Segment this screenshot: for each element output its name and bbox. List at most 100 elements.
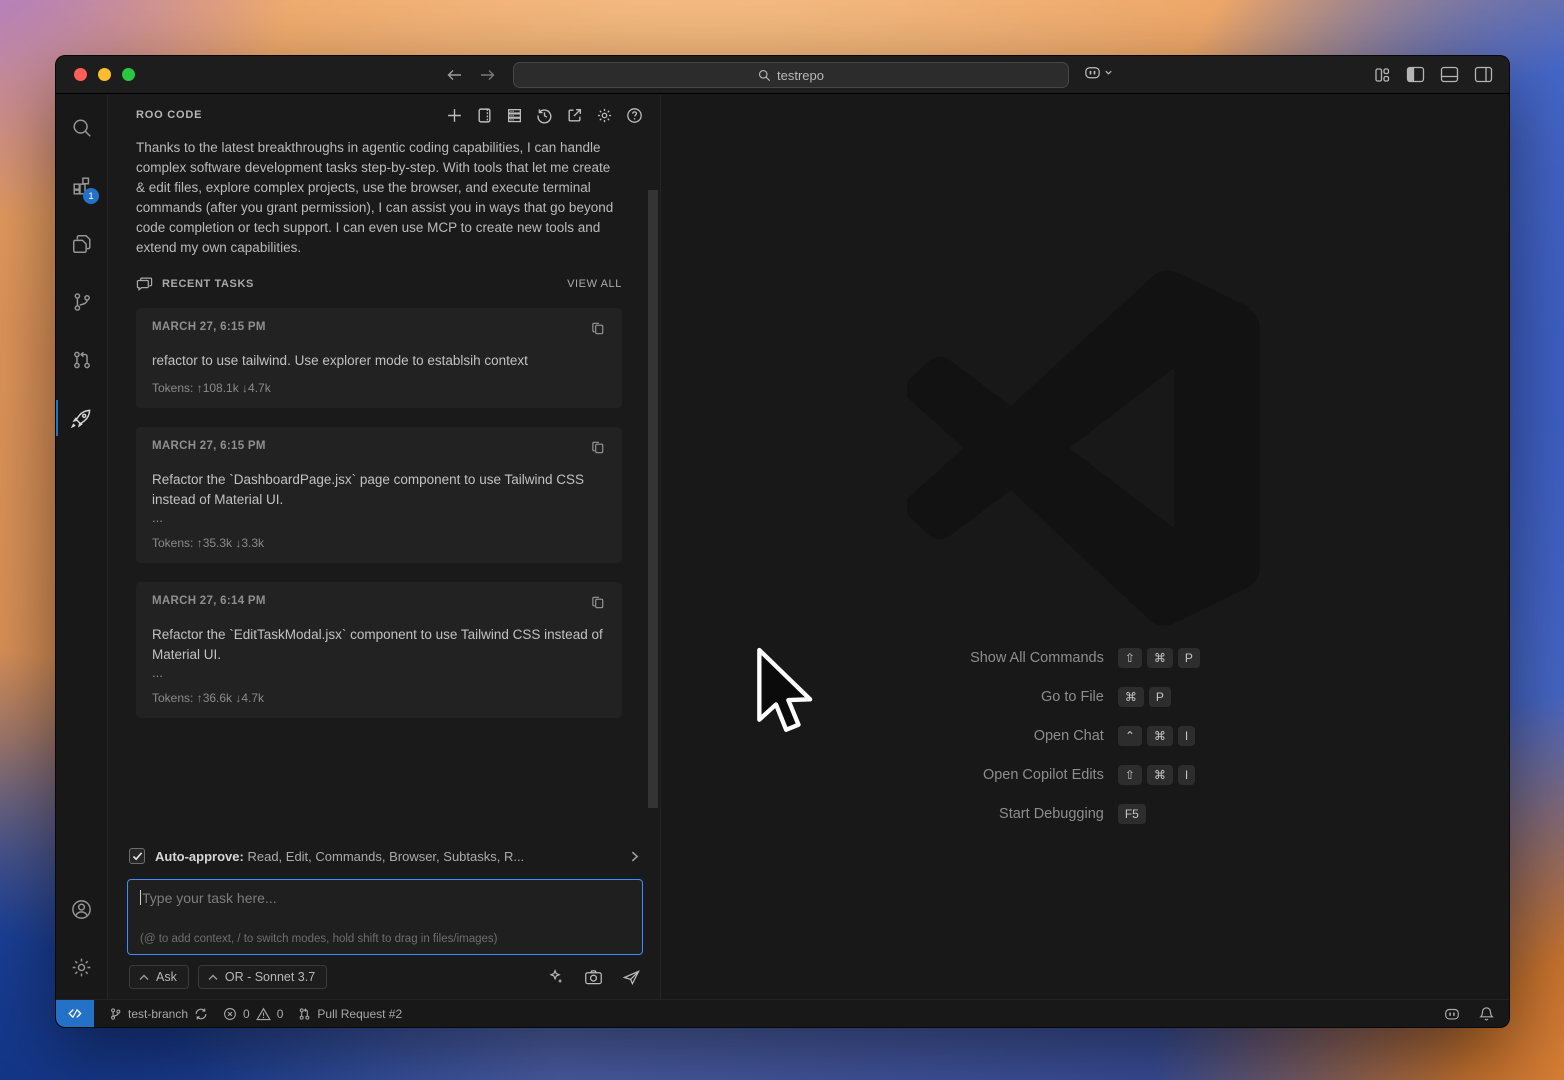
- forward-arrow-icon[interactable]: [479, 67, 496, 83]
- shortcut-label: Start Debugging: [999, 806, 1104, 822]
- branch-name: test-branch: [128, 1007, 188, 1021]
- activity-settings[interactable]: [56, 941, 107, 993]
- copy-icon[interactable]: [591, 321, 606, 336]
- errors-icon: [223, 1007, 237, 1021]
- activity-source-control[interactable]: [56, 276, 107, 328]
- back-arrow-icon[interactable]: [446, 67, 463, 83]
- task-date: MARCH 27, 6:15 PM: [152, 440, 266, 452]
- titlebar: testrepo: [56, 56, 1509, 94]
- chevron-up-icon: [139, 974, 149, 981]
- task-tokens: Tokens: ↑108.1k ↓4.7k: [152, 381, 606, 395]
- new-task-icon[interactable]: [446, 107, 463, 124]
- maximize-window-button[interactable]: [122, 68, 135, 81]
- panel-title: ROO CODE: [136, 109, 202, 121]
- source-control-icon: [71, 291, 93, 313]
- task-date: MARCH 27, 6:15 PM: [152, 321, 266, 333]
- traffic-lights: [74, 68, 135, 81]
- prompts-icon[interactable]: [476, 107, 493, 124]
- customize-layout-icon[interactable]: [1373, 66, 1391, 84]
- rocket-icon: [70, 407, 93, 430]
- close-window-button[interactable]: [74, 68, 87, 81]
- enhance-prompt-icon[interactable]: [547, 968, 565, 986]
- task-input[interactable]: Type your task here... (@ to add context…: [127, 879, 643, 955]
- pull-request-label: Pull Request #2: [317, 1007, 402, 1021]
- pull-request-status[interactable]: Pull Request #2: [298, 1007, 402, 1021]
- gear-icon: [70, 956, 93, 979]
- copilot-status-icon[interactable]: [1443, 1005, 1461, 1023]
- task-ellipsis: ...: [152, 510, 606, 526]
- open-in-editor-icon[interactable]: [566, 107, 583, 124]
- copy-icon[interactable]: [591, 595, 606, 610]
- key-chip: F5: [1118, 804, 1146, 824]
- view-all-link[interactable]: VIEW ALL: [567, 278, 622, 290]
- task-text: Refactor the `EditTaskModal.jsx` compone…: [152, 625, 606, 665]
- task-card[interactable]: MARCH 27, 6:15 PM refactor to use tailwi…: [136, 308, 622, 408]
- branch-icon: [109, 1007, 122, 1021]
- copilot-menu-button[interactable]: [1083, 63, 1113, 82]
- branch-status[interactable]: test-branch: [109, 1007, 208, 1021]
- task-tokens: Tokens: ↑35.3k ↓3.3k: [152, 536, 606, 550]
- auto-approve-row[interactable]: Auto-approve: Read, Edit, Commands, Brow…: [129, 841, 641, 871]
- command-center-search[interactable]: testrepo: [513, 62, 1069, 88]
- comment-discussion-icon: [136, 276, 153, 292]
- extensions-badge: 1: [83, 188, 99, 204]
- activity-pull-requests[interactable]: [56, 334, 107, 386]
- chevron-right-icon[interactable]: [628, 850, 641, 863]
- mode-select-value: Ask: [156, 970, 177, 984]
- vscode-window: testrepo: [55, 55, 1510, 1028]
- activity-accounts[interactable]: [56, 883, 107, 935]
- auto-approve-value: Read, Edit, Commands, Browser, Subtasks,…: [247, 849, 524, 864]
- activity-search[interactable]: [56, 102, 107, 154]
- shortcut-label: Go to File: [1041, 689, 1104, 705]
- keyboard-shortcuts-watermark: Show All Commands ⇧ ⌘ P Go to File ⌘ P O…: [970, 648, 1200, 824]
- task-text: refactor to use tailwind. Use explorer m…: [152, 351, 606, 371]
- sync-icon: [194, 1007, 208, 1021]
- task-input-placeholder: Type your task here...: [142, 890, 277, 906]
- warnings-icon: [256, 1007, 271, 1021]
- toggle-primary-sidebar-icon[interactable]: [1406, 66, 1425, 83]
- key-chip: ⌘: [1147, 765, 1173, 785]
- minimize-window-button[interactable]: [98, 68, 111, 81]
- settings-icon[interactable]: [596, 107, 613, 124]
- key-chip: ⌘: [1147, 648, 1173, 668]
- recent-tasks-header: RECENT TASKS VIEW ALL: [136, 276, 622, 292]
- account-icon: [70, 898, 93, 921]
- pull-request-icon: [71, 349, 93, 371]
- key-chip: P: [1149, 687, 1171, 707]
- toggle-secondary-sidebar-icon[interactable]: [1474, 66, 1493, 83]
- activity-explorer[interactable]: [56, 218, 107, 270]
- notifications-bell-icon[interactable]: [1479, 1006, 1494, 1022]
- search-icon: [71, 117, 93, 139]
- copy-icon[interactable]: [591, 440, 606, 455]
- mcp-servers-icon[interactable]: [506, 107, 523, 124]
- task-ellipsis: ...: [152, 665, 606, 681]
- model-select-value: OR - Sonnet 3.7: [225, 970, 315, 984]
- mode-select[interactable]: Ask: [129, 965, 189, 989]
- chevron-down-icon: [1104, 68, 1113, 77]
- task-date: MARCH 27, 6:14 PM: [152, 595, 266, 607]
- search-icon: [758, 69, 771, 82]
- problems-status[interactable]: 0 0: [223, 1007, 283, 1021]
- remote-indicator[interactable]: [56, 1000, 94, 1027]
- key-chip: ⌘: [1118, 687, 1144, 707]
- model-select[interactable]: OR - Sonnet 3.7: [198, 965, 327, 989]
- panel-header: ROO CODE: [108, 94, 660, 136]
- send-icon[interactable]: [622, 969, 641, 986]
- auto-approve-checkbox[interactable]: [129, 848, 145, 864]
- activity-roo-code[interactable]: [56, 392, 107, 444]
- activity-extensions[interactable]: 1: [56, 160, 107, 212]
- task-card[interactable]: MARCH 27, 6:15 PM Refactor the `Dashboar…: [136, 427, 622, 563]
- status-bar: test-branch 0 0 Pull Request #2: [56, 999, 1509, 1027]
- task-text: Refactor the `DashboardPage.jsx` page co…: [152, 470, 606, 510]
- shortcut-label: Open Chat: [1034, 728, 1104, 744]
- auto-approve-label: Auto-approve:: [155, 849, 244, 864]
- task-card[interactable]: MARCH 27, 6:14 PM Refactor the `EditTask…: [136, 582, 622, 718]
- camera-icon[interactable]: [584, 969, 603, 986]
- help-icon[interactable]: [626, 107, 643, 124]
- toggle-panel-icon[interactable]: [1440, 66, 1459, 83]
- panel-scrollbar[interactable]: [648, 190, 658, 808]
- key-chip: ⌘: [1147, 726, 1173, 746]
- search-value: testrepo: [777, 68, 824, 83]
- history-icon[interactable]: [536, 107, 553, 124]
- task-tokens: Tokens: ↑36.6k ↓4.7k: [152, 691, 606, 705]
